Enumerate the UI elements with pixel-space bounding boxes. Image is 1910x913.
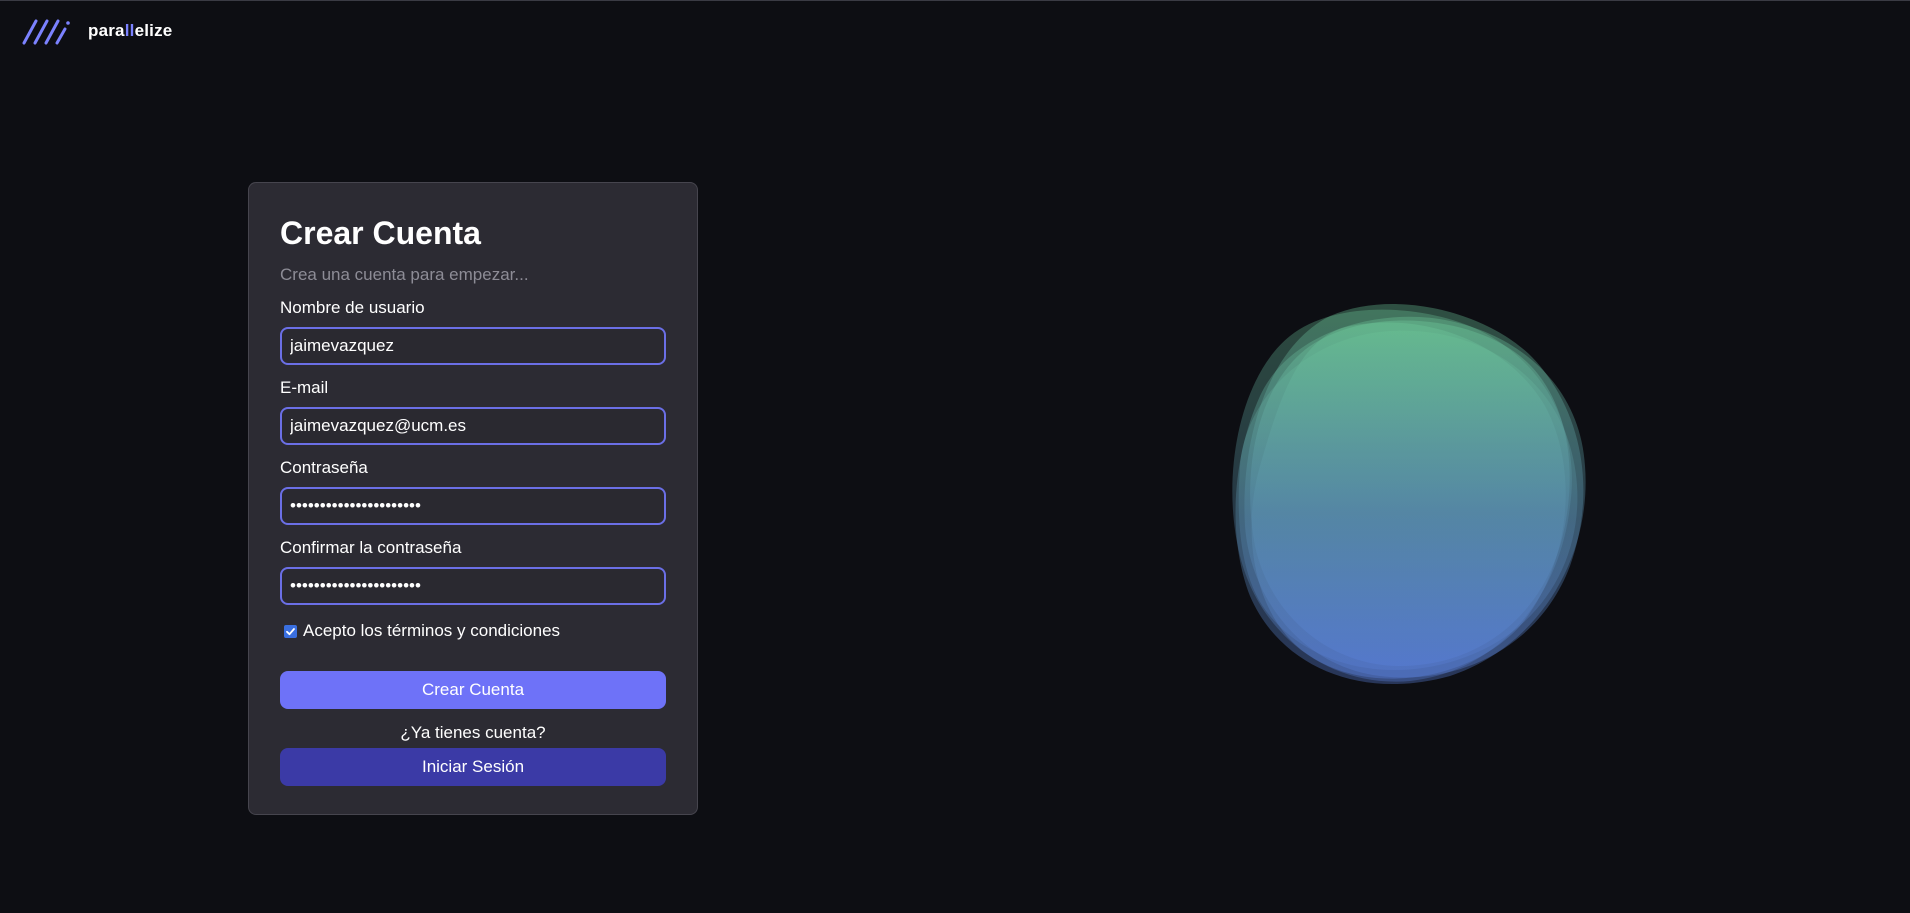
terms-label: Acepto los términos y condiciones [303,621,561,640]
parallel-slashes-icon [22,17,82,45]
have-account-text: ¿Ya tienes cuenta? [400,723,546,742]
page-title: Crear Cuenta [280,215,481,251]
create-account-button[interactable]: Crear Cuenta [280,671,666,709]
page-subtitle: Crea una cuenta para empezar... [280,265,529,284]
email-label: E-mail [280,378,329,397]
login-button[interactable]: Iniciar Sesión [280,748,666,786]
checkmark-icon [286,627,295,635]
password-label: Contraseña [280,458,368,477]
confirm-password-label: Confirmar la contraseña [280,538,462,557]
password-input[interactable] [280,487,666,525]
username-label: Nombre de usuario [280,298,425,317]
username-input[interactable] [280,327,666,365]
signup-card: Crear Cuenta Crea una cuenta para empeza… [248,182,698,815]
decorative-blob [1200,276,1660,736]
brand-name: parallelize [88,21,173,40]
page: parallelize Crear Cuenta Crea una cuenta… [0,0,1910,913]
brand-logo[interactable]: parallelize [22,17,172,45]
confirm-password-input[interactable] [280,567,666,605]
terms-row: Acepto los términos y condiciones [284,621,666,641]
email-input[interactable] [280,407,666,445]
terms-checkbox[interactable] [284,624,297,638]
